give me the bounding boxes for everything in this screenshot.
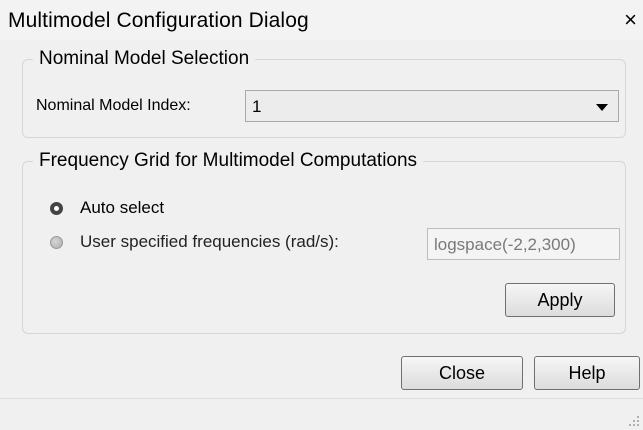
frequency-grid-group-label: Frequency Grid for Multimodel Computatio… [39, 150, 418, 171]
status-bar-divider [0, 398, 643, 399]
frequency-input[interactable]: logspace(-2,2,300) [427, 228, 620, 260]
chevron-down-icon[interactable] [596, 104, 608, 111]
auto-select-label[interactable]: Auto select [80, 198, 164, 218]
nominal-model-index-select[interactable]: 1 [245, 90, 619, 122]
user-specified-radio[interactable] [50, 236, 63, 249]
close-button[interactable]: Close [401, 356, 523, 390]
frequency-input-value: logspace(-2,2,300) [434, 235, 576, 254]
help-button[interactable]: Help [534, 356, 640, 390]
nominal-model-index-label: Nominal Model Index: [36, 97, 191, 114]
apply-button[interactable]: Apply [505, 283, 615, 317]
nominal-model-group-label: Nominal Model Selection [39, 48, 250, 69]
window-title: Multimodel Configuration Dialog [8, 9, 309, 32]
nominal-model-index-value: 1 [252, 97, 262, 116]
close-icon[interactable]: × [624, 9, 637, 31]
title-bar: Multimodel Configuration Dialog × [0, 0, 643, 40]
auto-select-radio[interactable] [50, 202, 63, 215]
user-specified-label[interactable]: User specified frequencies (rad/s): [80, 232, 339, 252]
resize-grip-icon[interactable] [627, 414, 639, 426]
